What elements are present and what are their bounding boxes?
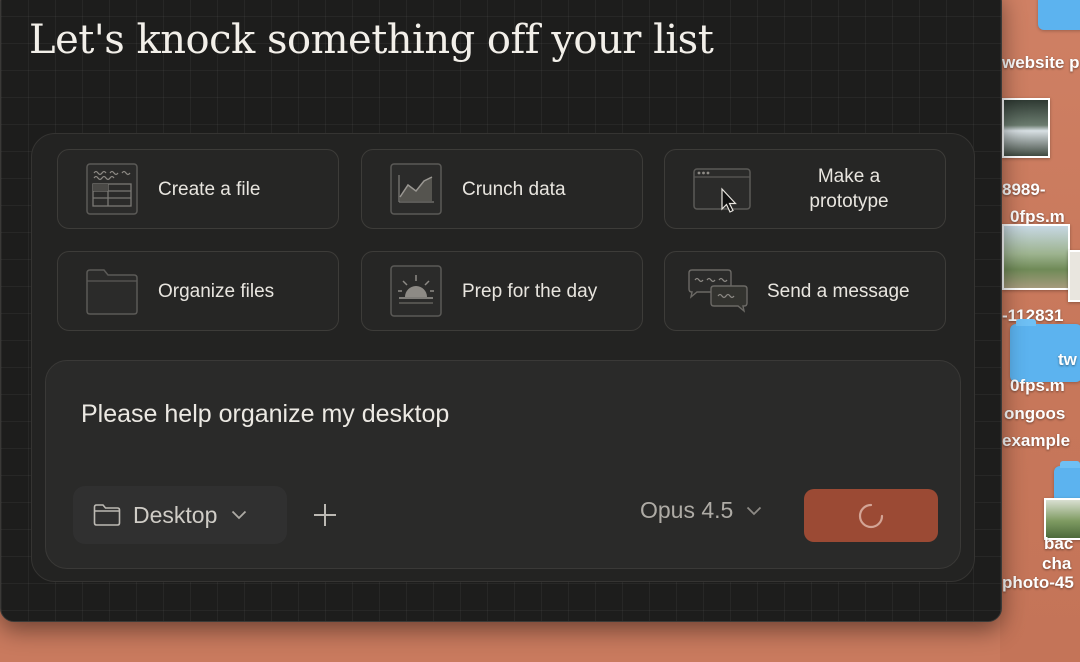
folder-icon bbox=[93, 504, 121, 526]
quick-action-prep-day[interactable]: Prep for the day bbox=[361, 251, 643, 331]
desktop-item-label[interactable]: tw bbox=[1058, 350, 1077, 370]
folder-selector-button[interactable]: Desktop bbox=[73, 486, 287, 544]
quick-action-label: Send a message bbox=[767, 280, 910, 302]
desktop-folder-icon[interactable] bbox=[1038, 0, 1080, 30]
quick-action-crunch-data[interactable]: Crunch data bbox=[361, 149, 643, 229]
folder-selector-label: Desktop bbox=[133, 501, 218, 528]
desktop-image-thumbnail[interactable] bbox=[1002, 98, 1050, 158]
chat-bubbles-icon bbox=[688, 269, 748, 313]
prompt-input[interactable]: Please help organize my desktop bbox=[81, 400, 449, 429]
quick-action-send-message[interactable]: Send a message bbox=[664, 251, 946, 331]
quick-action-label: Prep for the day bbox=[462, 280, 598, 302]
sunrise-icon bbox=[390, 265, 442, 317]
task-panel: Create a file Crunch data Make a prototy… bbox=[31, 133, 975, 582]
chevron-down-icon bbox=[747, 506, 762, 515]
loading-spinner-icon bbox=[858, 503, 884, 528]
folder-icon bbox=[86, 269, 138, 315]
quick-action-create-file[interactable]: Create a file bbox=[57, 149, 339, 229]
app-window: Let's knock something off your list Crea… bbox=[0, 0, 1002, 622]
desktop-background: website p 8989- 0fps.m -112831 tw 0fps.m… bbox=[1000, 0, 1080, 662]
desktop-item-label[interactable]: example bbox=[1002, 431, 1070, 451]
quick-action-label: Make a prototype bbox=[809, 166, 889, 212]
chevron-down-icon bbox=[232, 510, 247, 520]
send-button[interactable] bbox=[804, 489, 938, 542]
prompt-composer[interactable]: Please help organize my desktop Desktop … bbox=[45, 360, 961, 569]
spreadsheet-icon bbox=[86, 163, 138, 215]
quick-action-organize-files[interactable]: Organize files bbox=[57, 251, 339, 331]
desktop-item-label[interactable]: cha bbox=[1042, 554, 1071, 574]
desktop-item-label[interactable]: 0fps.m bbox=[1010, 376, 1065, 396]
add-attachment-button[interactable] bbox=[314, 504, 336, 526]
desktop-image-thumbnail[interactable] bbox=[1002, 224, 1070, 290]
desktop-item-label[interactable]: ongoos bbox=[1004, 404, 1065, 424]
quick-action-label: Crunch data bbox=[462, 178, 566, 200]
quick-action-make-prototype[interactable]: Make a prototype bbox=[664, 149, 946, 229]
desktop-item-label[interactable]: website p bbox=[1002, 53, 1079, 73]
desktop-image-thumbnail[interactable] bbox=[1068, 250, 1080, 302]
desktop-item-label[interactable]: photo-45 bbox=[1002, 573, 1074, 593]
desktop-item-label[interactable]: bac bbox=[1044, 534, 1073, 554]
page-title: Let's knock something off your list bbox=[29, 17, 714, 63]
model-selector-label: Opus 4.5 bbox=[640, 497, 734, 523]
quick-action-label: Organize files bbox=[158, 280, 275, 302]
browser-window-icon bbox=[693, 168, 751, 213]
chart-icon bbox=[390, 163, 442, 215]
quick-action-label: Create a file bbox=[158, 178, 261, 200]
model-selector-button[interactable]: Opus 4.5 bbox=[640, 497, 762, 524]
desktop-item-label[interactable]: 8989- bbox=[1002, 180, 1045, 200]
